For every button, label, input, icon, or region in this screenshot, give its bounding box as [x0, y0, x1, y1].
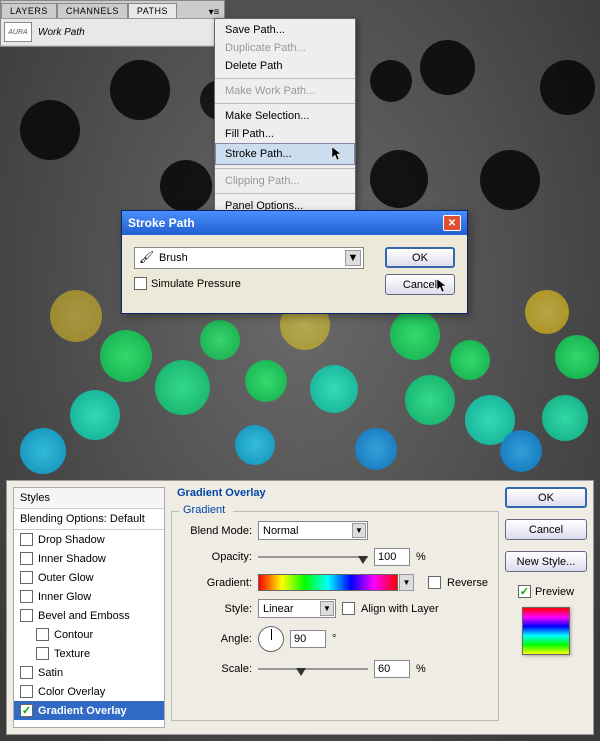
simulate-pressure-checkbox[interactable] [134, 277, 147, 290]
style-drop-shadow[interactable]: Drop Shadow [14, 530, 164, 549]
percent-label: % [416, 551, 426, 563]
style-satin[interactable]: Satin [14, 663, 164, 682]
tool-dropdown[interactable]: 🖌 Brush ▼ [134, 247, 364, 269]
style-gradient-overlay[interactable]: Gradient Overlay [14, 701, 164, 720]
blending-options-header[interactable]: Blending Options: Default [14, 509, 164, 530]
style-inner-glow[interactable]: Inner Glow [14, 587, 164, 606]
scale-slider[interactable] [258, 663, 368, 675]
cancel-label: Cancel [403, 279, 437, 291]
chevron-down-icon[interactable]: ▼ [399, 574, 414, 591]
gradient-label: Gradient: [180, 577, 252, 589]
ls-ok-button[interactable]: OK [505, 487, 587, 508]
blend-mode-label: Blend Mode: [180, 525, 252, 537]
chevron-down-icon: ▼ [352, 523, 366, 538]
style-bevel-emboss[interactable]: Bevel and Emboss [14, 606, 164, 625]
layer-style-dialog: Styles Blending Options: Default Drop Sh… [6, 480, 594, 735]
path-item-row[interactable]: AURA Work Path [1, 19, 224, 46]
scale-input[interactable]: 60 [374, 660, 410, 678]
reverse-checkbox[interactable] [428, 576, 441, 589]
path-thumbnail: AURA [4, 22, 32, 42]
opacity-slider[interactable] [258, 551, 368, 563]
cancel-button[interactable]: Cancel [385, 274, 455, 295]
opacity-input[interactable]: 100 [374, 548, 410, 566]
align-label: Align with Layer [361, 603, 439, 615]
menu-duplicate-path: Duplicate Path... [215, 39, 355, 57]
cursor-icon [436, 278, 450, 294]
panel-menu-icon[interactable]: ▾≡ [204, 7, 224, 18]
angle-label: Angle: [180, 633, 252, 645]
tab-channels[interactable]: CHANNELS [57, 3, 128, 18]
gradient-style-dropdown[interactable]: Linear ▼ [258, 599, 336, 618]
tool-dropdown-value: Brush [159, 252, 188, 264]
style-label: Style: [180, 603, 252, 615]
preview-swatch [522, 607, 570, 655]
ls-cancel-button[interactable]: Cancel [505, 519, 587, 540]
new-style-button[interactable]: New Style... [505, 551, 587, 572]
menu-delete-path[interactable]: Delete Path [215, 57, 355, 75]
paths-panel: LAYERS CHANNELS PATHS ▾≡ AURA Work Path [0, 0, 225, 47]
menu-stroke-path[interactable]: Stroke Path... [215, 143, 355, 165]
opacity-label: Opacity: [180, 551, 252, 563]
layer-style-buttons: OK Cancel New Style... Preview [505, 487, 587, 728]
style-inner-shadow[interactable]: Inner Shadow [14, 549, 164, 568]
percent-label: % [416, 663, 426, 675]
menu-fill-path[interactable]: Fill Path... [215, 125, 355, 143]
menu-clipping-path: Clipping Path... [215, 172, 355, 190]
preview-checkbox[interactable] [518, 585, 531, 598]
styles-option-list: Styles Blending Options: Default Drop Sh… [13, 487, 165, 728]
stroke-dialog-title: Stroke Path [128, 216, 195, 230]
preview-label: Preview [535, 586, 574, 598]
chevron-down-icon: ▼ [345, 250, 361, 266]
tab-paths[interactable]: PATHS [128, 3, 177, 18]
menu-make-selection[interactable]: Make Selection... [215, 107, 355, 125]
close-icon[interactable]: ✕ [443, 215, 461, 231]
blend-mode-dropdown[interactable]: Normal ▼ [258, 521, 368, 540]
menu-make-work-path: Make Work Path... [215, 82, 355, 100]
gradient-picker[interactable]: ▼ [258, 574, 398, 591]
scale-label: Scale: [180, 663, 252, 675]
align-with-layer-checkbox[interactable] [342, 602, 355, 615]
cursor-icon [331, 146, 345, 162]
angle-input[interactable]: 90 [290, 630, 326, 648]
chevron-down-icon: ▼ [320, 601, 334, 616]
brush-icon: 🖌 [139, 250, 155, 266]
gradient-overlay-settings: Gradient Overlay Gradient Blend Mode: No… [171, 487, 499, 728]
style-outer-glow[interactable]: Outer Glow [14, 568, 164, 587]
simulate-pressure-label: Simulate Pressure [151, 278, 241, 290]
reverse-label: Reverse [447, 577, 488, 589]
style-contour[interactable]: Contour [14, 625, 164, 644]
path-name: Work Path [38, 27, 85, 38]
menu-stroke-path-label: Stroke Path... [225, 148, 292, 160]
style-color-overlay[interactable]: Color Overlay [14, 682, 164, 701]
ok-button[interactable]: OK [385, 247, 455, 268]
degree-label: ° [332, 633, 336, 645]
angle-wheel[interactable] [258, 626, 284, 652]
styles-header[interactable]: Styles [14, 488, 164, 509]
style-texture[interactable]: Texture [14, 644, 164, 663]
tab-layers[interactable]: LAYERS [1, 3, 57, 18]
section-title: Gradient Overlay [177, 487, 266, 499]
menu-save-path[interactable]: Save Path... [215, 21, 355, 39]
stroke-path-dialog: Stroke Path ✕ 🖌 Brush ▼ Simulate Pressur… [121, 210, 468, 314]
